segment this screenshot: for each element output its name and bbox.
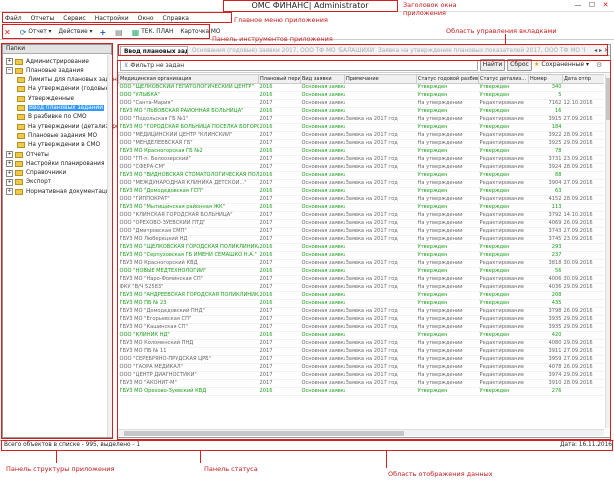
annotation-box-status bbox=[1, 440, 613, 451]
annotation-box-structure bbox=[1, 43, 113, 439]
annotation-box-menu bbox=[2, 12, 232, 23]
maximize-button[interactable]: ☐ bbox=[586, 1, 598, 10]
annotation-box-title bbox=[223, 0, 398, 12]
annotation-line-status bbox=[200, 451, 201, 463]
annotation-box-tabs bbox=[118, 44, 608, 56]
annotation-line-tabs bbox=[505, 34, 506, 44]
annotation-status-panel: Панель статуса bbox=[204, 465, 258, 473]
annotation-box-toolbar bbox=[2, 24, 210, 39]
close-window-button[interactable]: ✕ bbox=[599, 1, 612, 10]
annotation-window-title: Заголовок окна приложения bbox=[403, 1, 457, 17]
annotation-box-data bbox=[117, 60, 611, 440]
annotation-toolbar: Панель инструментов приложения bbox=[212, 35, 333, 43]
annotation-line-structure bbox=[56, 451, 57, 463]
annotation-tabs-area: Область управления вкладками bbox=[446, 27, 557, 35]
annotation-main-menu: Главное меню приложения bbox=[234, 16, 328, 24]
minimize-button[interactable]: — bbox=[572, 1, 584, 10]
annotation-structure: Панель структуры приложения bbox=[6, 465, 115, 473]
annotation-line-data bbox=[386, 451, 387, 468]
annotation-data-area: Область отображения данных bbox=[388, 470, 493, 478]
